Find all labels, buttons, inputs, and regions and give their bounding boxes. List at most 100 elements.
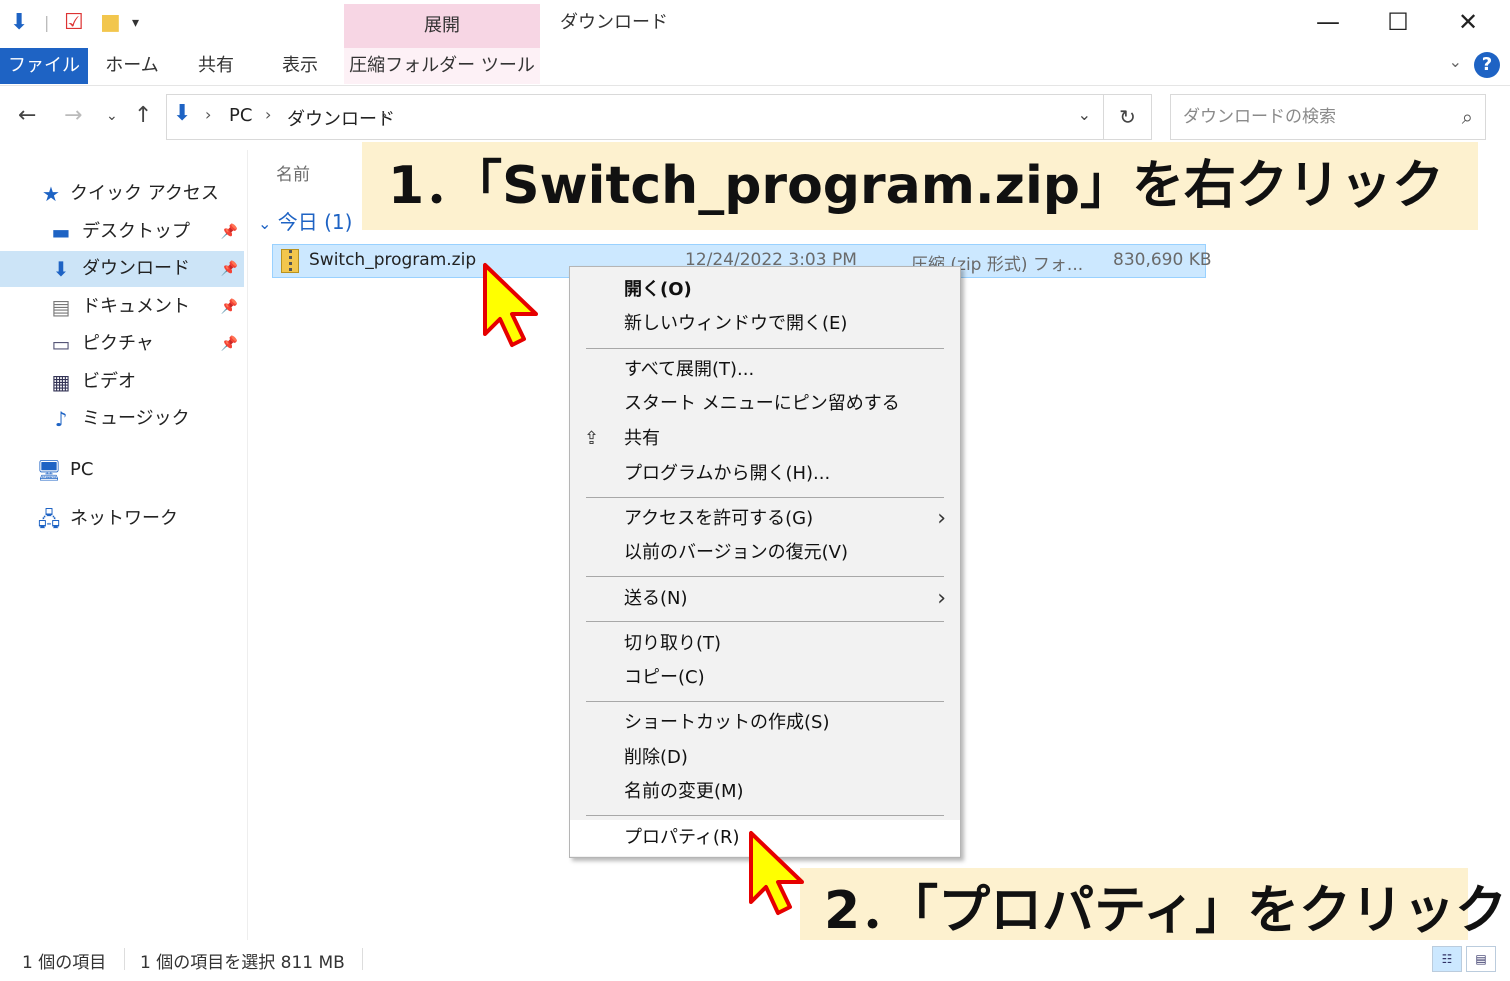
- breadcrumb-separator[interactable]: ›: [265, 105, 271, 124]
- divider: [124, 948, 125, 970]
- window-title: ダウンロード: [560, 12, 668, 33]
- menu-item-label: アクセスを許可する(G): [624, 508, 814, 529]
- search-icon[interactable]: ⌕: [1462, 105, 1473, 129]
- menu-separator: [586, 621, 944, 622]
- sidebar-item-label: クイック アクセス: [70, 183, 219, 204]
- chevron-down-icon[interactable]: ⌄: [258, 214, 271, 233]
- file-name: Switch_program.zip: [309, 250, 477, 270]
- properties-check-icon[interactable]: ☑: [64, 10, 84, 36]
- tab-home[interactable]: ホーム: [100, 48, 164, 84]
- file-size: 830,690 KB: [1113, 250, 1212, 270]
- menu-item-open[interactable]: 開く(O): [570, 273, 960, 307]
- sidebar-item-label: ミュージック: [82, 408, 190, 429]
- navigation-pane: ★ クイック アクセス ▬ デスクトップ 📌 ⬇ ダウンロード 📌 ▤ ドキュメ…: [0, 150, 248, 940]
- document-icon: ▤: [51, 295, 71, 319]
- menu-item-label: 新しいウィンドウで開く(E): [624, 313, 848, 334]
- menu-item-label: すべて展開(T)...: [624, 359, 755, 380]
- minimize-button[interactable]: —: [1300, 4, 1356, 40]
- pin-icon[interactable]: 📌: [221, 214, 238, 250]
- chevron-right-icon: ›: [937, 506, 946, 531]
- close-button[interactable]: ✕: [1440, 4, 1496, 40]
- tab-view[interactable]: 表示: [270, 48, 330, 84]
- ribbon-tabs: ファイル ホーム 共有 表示 圧縮フォルダー ツール ⌄ ?: [0, 48, 1510, 86]
- pin-icon[interactable]: 📌: [221, 251, 238, 287]
- menu-item-rename[interactable]: 名前の変更(M): [570, 775, 960, 809]
- pin-icon[interactable]: 📌: [221, 289, 238, 325]
- menu-item-extract-all[interactable]: すべて展開(T)...: [570, 353, 960, 387]
- menu-item-label: 開く(O): [624, 279, 692, 300]
- sidebar-item-music[interactable]: ♪ ミュージック: [0, 401, 244, 437]
- menu-item-give-access[interactable]: アクセスを許可する(G) ›: [570, 502, 960, 536]
- item-count: 1 個の項目: [22, 953, 107, 973]
- breadcrumb-separator[interactable]: ›: [205, 105, 211, 124]
- menu-separator: [586, 576, 944, 577]
- menu-item-label: 以前のバージョンの復元(V): [624, 542, 848, 563]
- menu-item-share[interactable]: ⇪ 共有: [570, 422, 960, 456]
- refresh-icon[interactable]: ↻: [1103, 95, 1151, 139]
- large-icons-view-icon[interactable]: ▤: [1466, 946, 1496, 972]
- search-input[interactable]: [1171, 95, 1431, 139]
- menu-item-create-shortcut[interactable]: ショートカットの作成(S): [570, 706, 960, 740]
- group-label: 今日 (1): [277, 210, 353, 234]
- sidebar-item-desktop[interactable]: ▬ デスクトップ 📌: [0, 214, 244, 250]
- computer-icon: 🖥: [36, 458, 62, 482]
- context-menu: 開く(O) 新しいウィンドウで開く(E) すべて展開(T)... スタート メニ…: [569, 266, 961, 858]
- sidebar-item-downloads[interactable]: ⬇ ダウンロード 📌: [0, 251, 244, 287]
- address-history-chevron-icon[interactable]: ⌄: [1078, 105, 1091, 124]
- menu-item-open-with[interactable]: プログラムから開く(H)...: [570, 457, 960, 491]
- desktop-icon: ▬: [51, 220, 71, 244]
- menu-item-open-new-window[interactable]: 新しいウィンドウで開く(E): [570, 307, 960, 341]
- help-icon[interactable]: ?: [1474, 52, 1500, 78]
- sidebar-item-documents[interactable]: ▤ ドキュメント 📌: [0, 289, 244, 325]
- download-arrow-icon: ⬇: [173, 101, 192, 126]
- video-icon: ▦: [51, 370, 71, 394]
- sidebar-item-pc[interactable]: 🖥 PC: [0, 452, 244, 488]
- tab-compressed-folder-tools[interactable]: 圧縮フォルダー ツール: [344, 48, 540, 84]
- download-arrow-icon[interactable]: ⬇: [10, 10, 28, 36]
- tab-share[interactable]: 共有: [186, 48, 246, 84]
- forward-arrow-icon[interactable]: →: [64, 102, 82, 130]
- menu-item-pin-to-start[interactable]: スタート メニューにピン留めする: [570, 387, 960, 421]
- recent-locations-chevron-icon[interactable]: ⌄: [106, 102, 118, 130]
- up-arrow-icon[interactable]: ↑: [134, 102, 152, 130]
- details-view-icon[interactable]: ☷: [1432, 946, 1462, 972]
- breadcrumb-separator[interactable]: ›: [381, 105, 387, 124]
- sidebar-item-label: ドキュメント: [82, 296, 190, 317]
- sidebar-item-network[interactable]: 🖧 ネットワーク: [0, 501, 244, 537]
- menu-separator: [586, 701, 944, 702]
- menu-separator: [586, 815, 944, 816]
- search-box[interactable]: ⌕: [1170, 94, 1486, 140]
- breadcrumb-downloads[interactable]: ダウンロード: [287, 105, 395, 131]
- menu-item-label: スタート メニューにピン留めする: [624, 393, 900, 414]
- pin-icon[interactable]: 📌: [221, 326, 238, 362]
- back-arrow-icon[interactable]: ←: [18, 102, 36, 130]
- column-header-name[interactable]: 名前: [276, 160, 310, 185]
- menu-item-copy[interactable]: コピー(C): [570, 661, 960, 695]
- instruction-callout-step1: 1．「Switch_program.zip」を右クリック: [362, 142, 1478, 230]
- maximize-button[interactable]: ☐: [1370, 4, 1426, 40]
- sidebar-item-videos[interactable]: ▦ ビデオ: [0, 364, 244, 400]
- sidebar-item-label: デスクトップ: [82, 221, 190, 242]
- zip-folder-icon: [281, 249, 299, 273]
- sidebar-item-label: ビデオ: [82, 371, 136, 392]
- divider: [362, 948, 363, 970]
- menu-item-send-to[interactable]: 送る(N) ›: [570, 582, 960, 616]
- menu-item-label: 削除(D): [624, 747, 688, 768]
- menu-item-label: ショートカットの作成(S): [624, 712, 830, 733]
- menu-item-label: 切り取り(T): [624, 633, 722, 654]
- group-header-today[interactable]: ⌄ 今日 (1): [258, 206, 352, 235]
- customize-toolbar-chevron-icon[interactable]: ▾: [132, 10, 139, 36]
- menu-item-delete[interactable]: 削除(D): [570, 741, 960, 775]
- title-bar: ⬇ | ☑ ■ ▾ 展開 ダウンロード — ☐ ✕: [0, 0, 1510, 48]
- sidebar-item-quick-access[interactable]: ★ クイック アクセス: [0, 176, 244, 212]
- new-folder-icon[interactable]: ■: [100, 10, 121, 36]
- picture-icon: ▭: [51, 332, 71, 356]
- ribbon-expand-chevron-icon[interactable]: ⌄: [1449, 52, 1462, 71]
- menu-item-cut[interactable]: 切り取り(T): [570, 627, 960, 661]
- status-bar: 1 個の項目 1 個の項目を選択 811 MB ☷ ▤: [0, 940, 1510, 981]
- address-bar[interactable]: ⬇ › PC › ダウンロード › ⌄ ↻: [166, 94, 1152, 140]
- menu-item-restore-previous[interactable]: 以前のバージョンの復元(V): [570, 536, 960, 570]
- sidebar-item-pictures[interactable]: ▭ ピクチャ 📌: [0, 326, 244, 362]
- tab-file[interactable]: ファイル: [0, 48, 88, 84]
- breadcrumb-pc[interactable]: PC: [229, 105, 252, 126]
